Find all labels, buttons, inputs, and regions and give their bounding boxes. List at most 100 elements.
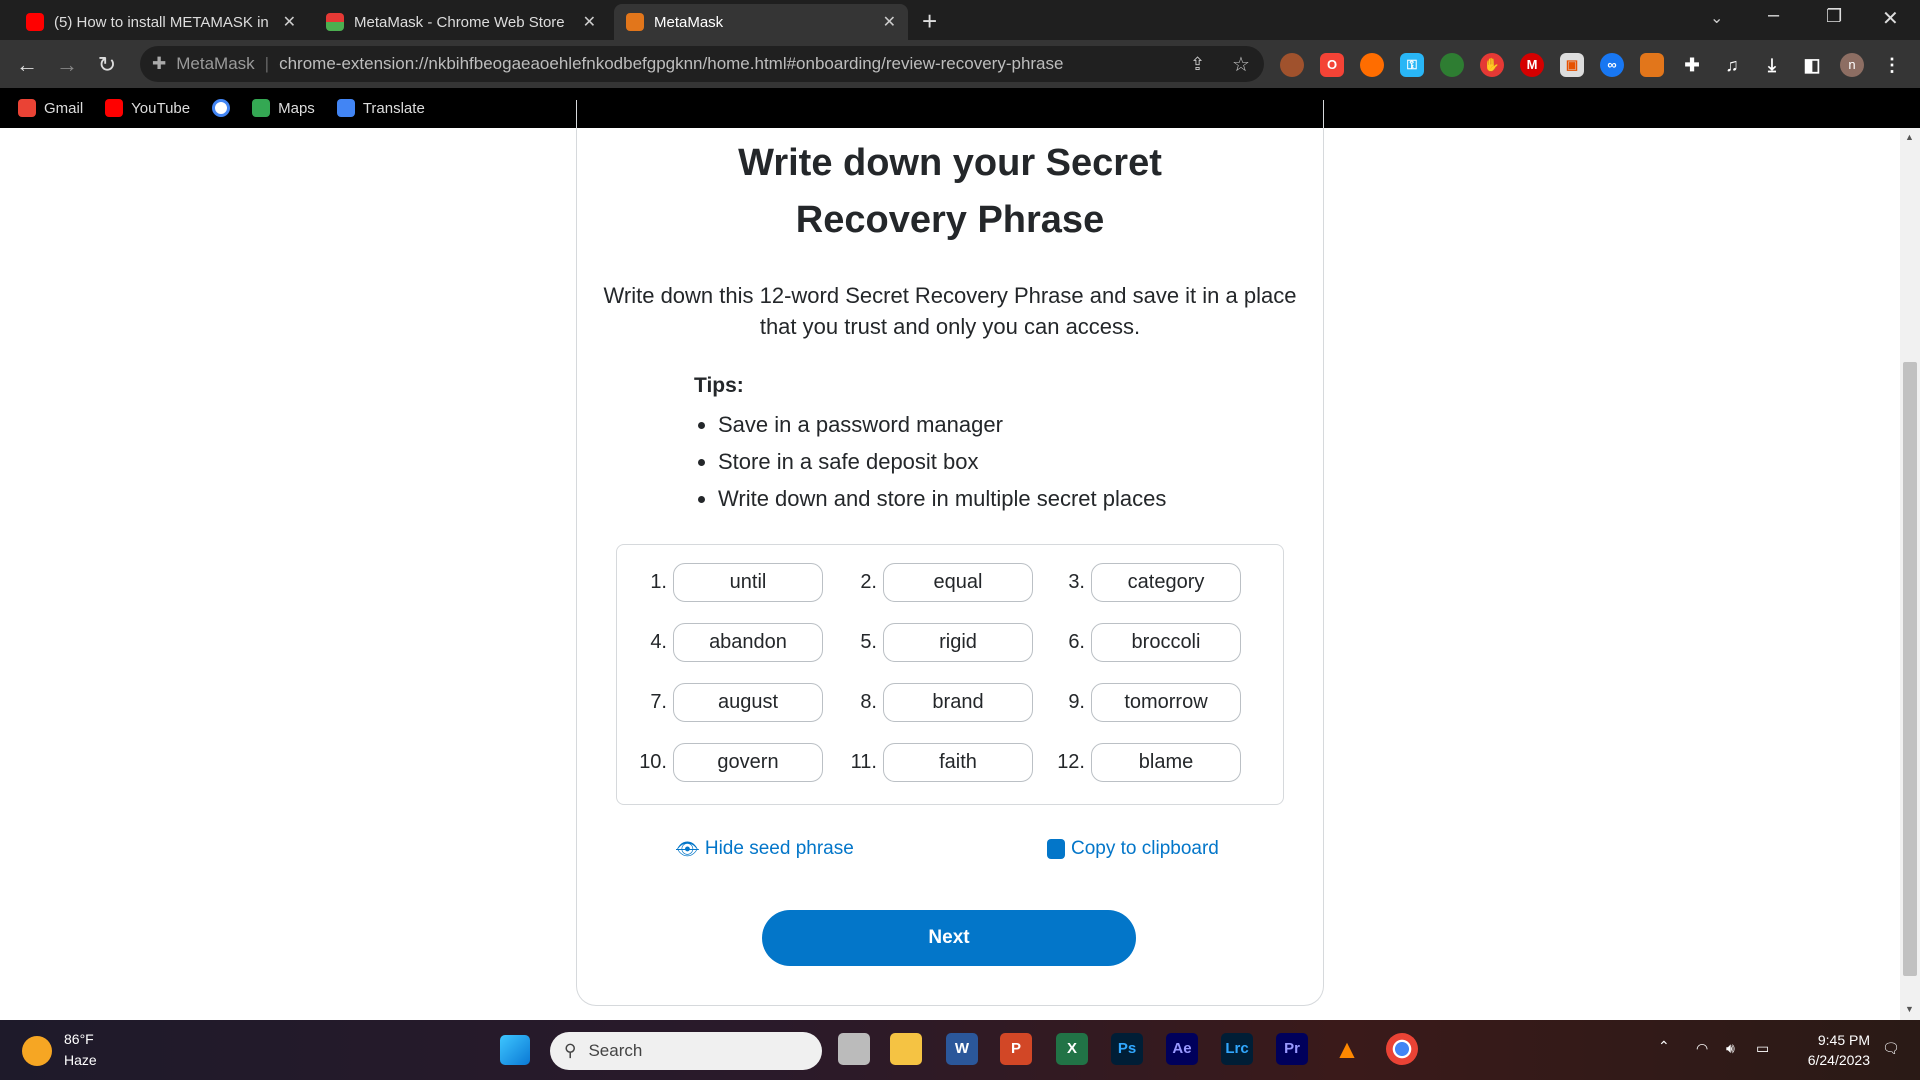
word-number: 4.	[650, 631, 667, 653]
word-number: 11.	[850, 751, 877, 773]
word-number: 12.	[1057, 751, 1085, 773]
address-bar[interactable]: ✚ MetaMask | chrome-extension://nkbihfbe…	[140, 46, 1264, 82]
metamask-extension-icon[interactable]	[1640, 53, 1664, 77]
show-hidden-icons-chevron[interactable]: ⌃	[1658, 1038, 1670, 1055]
close-tab-icon[interactable]: ✕	[283, 12, 296, 32]
battery-icon[interactable]: ▭	[1756, 1040, 1769, 1057]
search-placeholder: Search	[588, 1041, 643, 1060]
bookmark-translate[interactable]: Translate	[336, 99, 425, 117]
close-window-button[interactable]: ✕	[1882, 6, 1899, 31]
side-panel-icon[interactable]: ◧	[1800, 53, 1824, 77]
copy-label: Copy to clipboard	[1071, 838, 1219, 859]
word-number: 6.	[1068, 631, 1085, 653]
tab-title: MetaMask - Chrome Web Store	[354, 13, 565, 31]
seed-word: blame	[1091, 743, 1241, 782]
forward-button[interactable]: →	[52, 50, 82, 80]
seed-word: tomorrow	[1091, 683, 1241, 722]
word-icon[interactable]: W	[946, 1033, 978, 1065]
seed-word: abandon	[673, 623, 823, 662]
share-icon[interactable]: ⇪	[1190, 54, 1205, 75]
after-effects-icon[interactable]: Ae	[1166, 1033, 1198, 1065]
reload-button[interactable]: ↻	[92, 50, 122, 80]
word-number: 3.	[1068, 571, 1085, 593]
back-button[interactable]: ←	[12, 50, 42, 80]
taskbar-search[interactable]: ⚲ Search	[550, 1032, 822, 1070]
bookmark-star-icon[interactable]: ☆	[1232, 52, 1250, 77]
download-icon[interactable]: ⤓	[1760, 53, 1784, 77]
vlc-icon[interactable]: ▲	[1331, 1033, 1363, 1065]
clock-date[interactable]: 6/24/2023	[1790, 1052, 1870, 1068]
extension-puzzle-icon: ✚	[152, 54, 167, 73]
close-tab-icon[interactable]: ✕	[883, 12, 896, 32]
tab-metamask[interactable]: MetaMask ✕	[614, 4, 908, 40]
scroll-up-arrow[interactable]: ▲	[1905, 132, 1914, 142]
excel-icon[interactable]: X	[1056, 1033, 1088, 1065]
copy-to-clipboard-link[interactable]: Copy to clipboard	[1047, 838, 1219, 860]
weather-temp[interactable]: 86°F	[64, 1031, 94, 1047]
metamask-fox-icon	[626, 13, 644, 31]
recovery-phrase-grid: 1. until 2. equal 3. category 4. abandon 5. rigid…	[616, 544, 1284, 805]
page-title-line-2: Recovery Phrase	[795, 199, 1105, 241]
photoshop-icon[interactable]: Ps	[1111, 1033, 1143, 1065]
seed-word: equal	[883, 563, 1033, 602]
chrome-icon[interactable]	[1386, 1033, 1418, 1065]
orange-extension-icon[interactable]	[1360, 53, 1384, 77]
scroll-down-arrow[interactable]: ▼	[1905, 1004, 1914, 1014]
word-number: 2.	[860, 571, 877, 593]
key-off-extension-icon[interactable]: ⚿	[1400, 53, 1424, 77]
infinity-extension-icon[interactable]: ∞	[1600, 53, 1624, 77]
scrollbar-thumb[interactable]	[1903, 362, 1917, 976]
cookie-extension-icon[interactable]	[1280, 53, 1304, 77]
volume-icon[interactable]: 🔊︎	[1726, 1040, 1735, 1057]
seed-word: faith	[883, 743, 1033, 782]
clock-time[interactable]: 9:45 PM	[1810, 1032, 1870, 1048]
bookmark-label: Gmail	[44, 99, 84, 117]
gmail-icon	[18, 99, 36, 117]
screen-capture-extension-icon[interactable]: ▣	[1560, 53, 1584, 77]
weather-desc[interactable]: Haze	[64, 1052, 97, 1068]
weather-haze-icon[interactable]	[22, 1036, 52, 1066]
minimize-button[interactable]: –	[1768, 4, 1779, 27]
tab-search-icon[interactable]: ⌄	[1710, 8, 1723, 28]
wifi-icon[interactable]: ◠	[1696, 1040, 1708, 1057]
opera-extension-icon[interactable]: O	[1320, 53, 1344, 77]
notifications-icon[interactable]: 🗨︎	[1882, 1040, 1900, 1057]
mega-extension-icon[interactable]: M	[1520, 53, 1544, 77]
bookmark-label: Translate	[362, 99, 425, 117]
tab-title: (5) How to install METAMASK in c	[54, 13, 273, 31]
page-title-line-1: Write down your Secret	[738, 142, 1162, 184]
tab-chrome-web-store[interactable]: MetaMask - Chrome Web Store ✕	[314, 4, 608, 40]
profile-avatar[interactable]: n	[1840, 53, 1864, 77]
lightroom-classic-icon[interactable]: Lrc	[1221, 1033, 1253, 1065]
seed-word: until	[673, 563, 823, 602]
bookmark-google[interactable]	[212, 99, 231, 117]
next-button[interactable]: Next	[762, 910, 1136, 966]
start-windows-icon[interactable]	[500, 1035, 530, 1065]
youtube-icon	[26, 13, 44, 31]
word-number: 7.	[650, 691, 667, 713]
tips-heading: Tips:	[694, 374, 744, 397]
hide-seed-phrase-link[interactable]: 👁 Hide seed phrase	[676, 838, 854, 860]
bookmark-maps[interactable]: Maps	[252, 99, 315, 117]
file-explorer-icon[interactable]	[890, 1033, 922, 1065]
powerpoint-icon[interactable]: P	[1000, 1033, 1032, 1065]
media-control-icon[interactable]: ♫	[1720, 53, 1744, 77]
bookmark-label: YouTube	[131, 99, 191, 117]
task-view-icon[interactable]	[838, 1033, 870, 1065]
seed-word: broccoli	[1091, 623, 1241, 662]
restore-button[interactable]: ❐	[1826, 6, 1842, 27]
chrome-menu-icon[interactable]: ⋮	[1880, 53, 1904, 77]
premiere-icon[interactable]: Pr	[1276, 1033, 1308, 1065]
new-tab-button[interactable]: +	[922, 6, 937, 37]
idm-extension-icon[interactable]	[1440, 53, 1464, 77]
bookmark-gmail[interactable]: Gmail	[18, 99, 83, 117]
close-tab-icon[interactable]: ✕	[583, 12, 596, 32]
extensions-puzzle-icon[interactable]: ✚	[1680, 53, 1704, 77]
adblock-hand-icon[interactable]: ✋	[1480, 53, 1504, 77]
eye-slash-icon: 👁	[676, 838, 699, 859]
bookmark-youtube[interactable]: YouTube	[105, 99, 190, 117]
site-name: MetaMask	[176, 54, 255, 73]
seed-word: brand	[883, 683, 1033, 722]
page-description: Write down this 12-word Secret Recovery …	[603, 283, 1297, 339]
tab-youtube[interactable]: (5) How to install METAMASK in c ✕	[14, 4, 308, 40]
